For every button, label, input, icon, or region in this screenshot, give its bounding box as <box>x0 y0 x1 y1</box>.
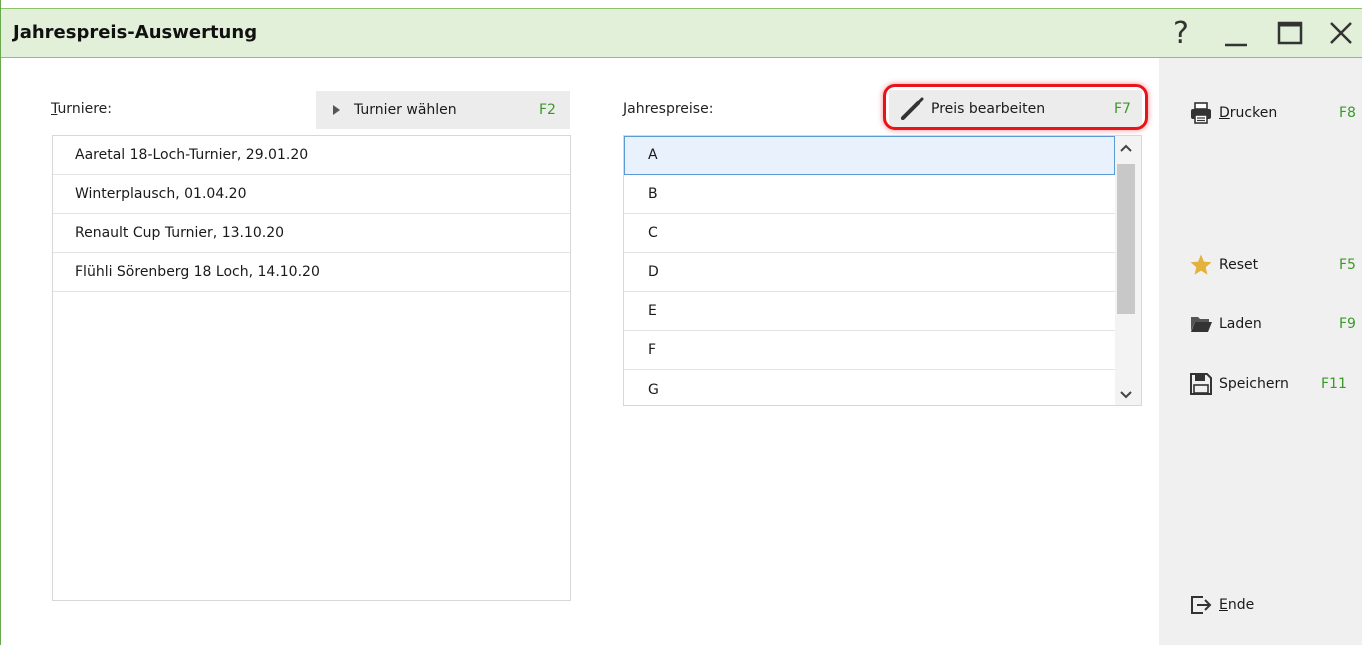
prizes-label: Jahrespreise: <box>623 101 714 117</box>
folder-icon <box>1189 312 1213 336</box>
load-button[interactable]: Laden F9 <box>1189 310 1359 338</box>
prize-row-e[interactable]: E <box>624 292 1115 331</box>
save-icon <box>1189 372 1213 396</box>
printer-icon <box>1189 101 1213 125</box>
chevron-down-icon[interactable] <box>1119 389 1133 401</box>
tournaments-label: Turniere: <box>51 101 112 117</box>
prize-list[interactable]: A B C D E F G <box>623 135 1142 406</box>
reset-key: F5 <box>1339 257 1356 273</box>
highlight-box <box>883 84 1148 130</box>
maximize-icon[interactable] <box>1273 15 1309 51</box>
dialog-window: Jahrespreis-Auswertung ? Turniere: Turni… <box>0 0 1362 645</box>
prize-row-b[interactable]: B <box>624 175 1115 214</box>
prize-row-f[interactable]: F <box>624 331 1115 370</box>
prize-row-d[interactable]: D <box>624 253 1115 292</box>
select-tournament-button[interactable]: Turnier wählen F2 <box>316 91 570 129</box>
tournament-row-3[interactable]: Renault Cup Turnier, 13.10.20 <box>53 214 570 253</box>
svg-text:?: ? <box>1173 16 1189 51</box>
chevron-up-icon[interactable] <box>1119 142 1133 154</box>
print-button[interactable]: Drucken F8 <box>1189 99 1359 127</box>
reset-label: Reset <box>1219 257 1259 273</box>
save-label: Speichern <box>1219 376 1289 392</box>
reset-button[interactable]: Reset F5 <box>1189 251 1359 279</box>
prize-row-a[interactable]: A <box>624 136 1115 175</box>
select-tournament-key: F2 <box>539 102 556 118</box>
minimize-icon[interactable] <box>1219 15 1255 51</box>
tournament-row-2[interactable]: Winterplausch, 01.04.20 <box>53 175 570 214</box>
prize-row-c[interactable]: C <box>624 214 1115 253</box>
action-sidebar: Drucken F8 Reset F5 Laden F9 Speichern F… <box>1159 58 1362 645</box>
title-bar: Jahrespreis-Auswertung ? <box>1 8 1362 58</box>
print-key: F8 <box>1339 105 1356 121</box>
prize-row-g[interactable]: G <box>624 370 1115 409</box>
exit-icon <box>1189 593 1213 617</box>
close-icon[interactable] <box>1323 15 1359 51</box>
load-label: Laden <box>1219 316 1262 332</box>
prize-scrollbar[interactable] <box>1115 136 1141 405</box>
tournament-row-1[interactable]: Aaretal 18-Loch-Turnier, 29.01.20 <box>53 136 570 175</box>
help-icon[interactable]: ? <box>1165 15 1201 51</box>
save-button[interactable]: Speichern F11 <box>1189 370 1359 398</box>
select-tournament-label: Turnier wählen <box>354 102 457 118</box>
window-title: Jahrespreis-Auswertung <box>13 22 258 43</box>
tournament-list[interactable]: Aaretal 18-Loch-Turnier, 29.01.20 Winter… <box>52 135 571 601</box>
scroll-thumb[interactable] <box>1117 164 1135 314</box>
save-key: F11 <box>1321 376 1347 392</box>
tournament-row-4[interactable]: Flühli Sörenberg 18 Loch, 14.10.20 <box>53 253 570 292</box>
exit-button[interactable]: Ende <box>1189 591 1359 619</box>
play-icon <box>332 104 342 116</box>
star-icon <box>1189 253 1213 277</box>
load-key: F9 <box>1339 316 1356 332</box>
